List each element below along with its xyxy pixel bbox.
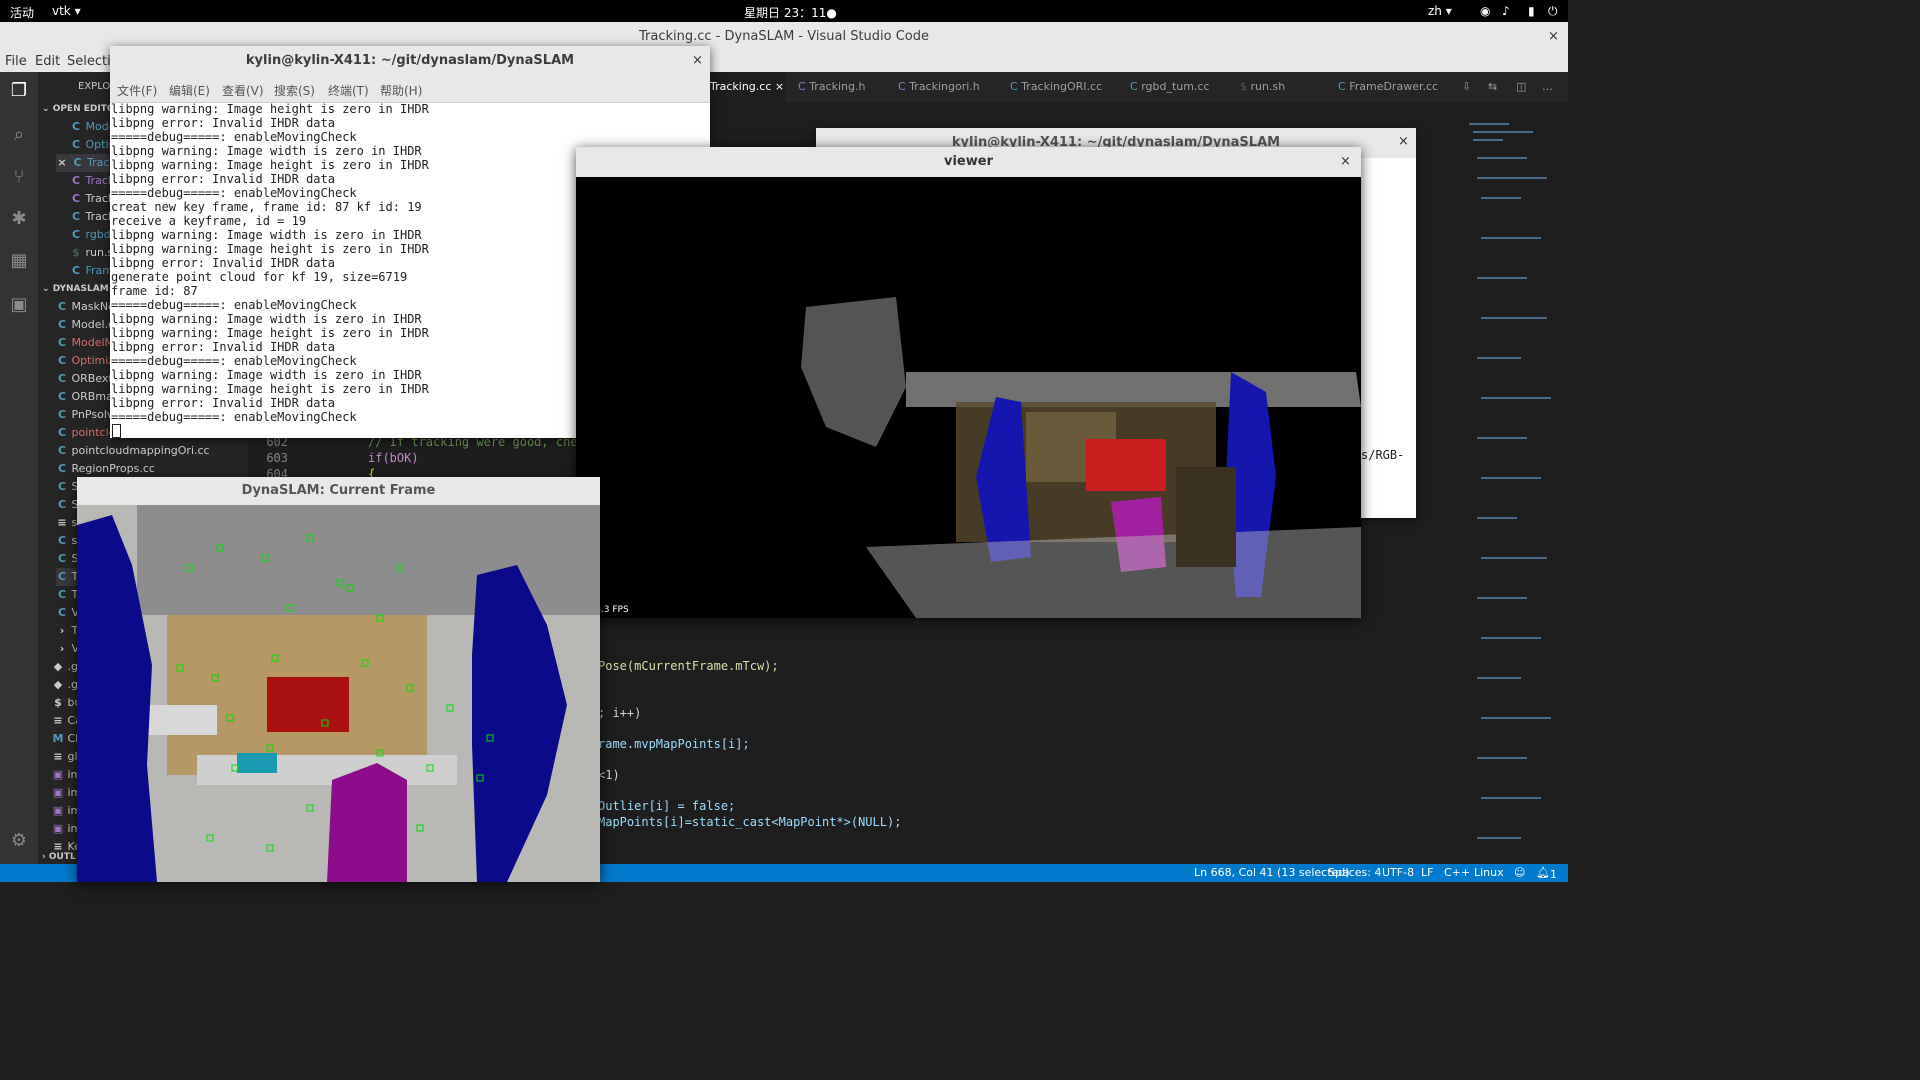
debug-icon[interactable]: ✱ [8,208,30,230]
frame-title: DynaSLAM: Current Frame [77,477,600,505]
frame-image [77,505,600,882]
peek-text: s/RGB- [1361,448,1405,462]
tab-framedrawer[interactable]: C FrameDrawer.cc [1338,72,1438,102]
terminal-line: libpng warning: Image width is zero in I… [111,368,422,382]
terminal-line: receive a keyframe, id = 19 [111,214,307,228]
clock[interactable]: 星期日 23：11● [744,4,837,21]
wifi-icon[interactable]: ◉ [1480,4,1490,18]
terminal-line: creat new key frame, frame id: 87 kf id:… [111,200,422,214]
terminal-line: =====debug=====: enableMovingCheck [111,298,357,312]
term-menu-search[interactable]: 搜索(S) [274,82,315,99]
volume-icon[interactable]: ♪ [1502,4,1510,18]
tab-tracking-h[interactable]: C Tracking.h [798,72,865,102]
code-line: Outlier[i] = false; [598,799,736,813]
viewer-title: viewer [576,147,1361,177]
menu-file[interactable]: File [5,54,27,69]
terminal-line: libpng error: Invalid IHDR data [111,256,335,270]
activities-button[interactable]: 活动 [10,4,34,21]
terminal-line: libpng warning: Image width is zero in I… [111,144,422,158]
terminal-line: libpng warning: Image height is zero in … [111,242,429,256]
term-menu-file[interactable]: 文件(F) [117,82,157,99]
terminal-line: =====debug=====: enableMovingCheck [111,410,357,424]
terminal-line: libpng warning: Image height is zero in … [111,102,429,116]
terminal-line: =====debug=====: enableMovingCheck [111,130,357,144]
editor-tabs: Tracking.cc × C Tracking.h C Trackingori… [710,72,1568,102]
activity-bar: ❐ ⌕ ⑂ ✱ ▦ ▣ ⚙ [0,72,38,864]
tab-tracking-cc[interactable]: Tracking.cc × [710,72,785,102]
language-indicator[interactable]: zh ▾ [1428,4,1452,18]
vscode-close-icon[interactable]: × [1548,29,1559,44]
notifications-icon[interactable]: 🔔︎ 1 [1536,866,1557,881]
app-menu[interactable]: vtk ▾ [52,4,81,18]
terminal-line: libpng warning: Image width is zero in I… [111,312,422,326]
terminal-line: =====debug=====: enableMovingCheck [111,186,357,200]
split-editor-icon[interactable]: ◫ [1516,72,1526,102]
terminal-line: libpng error: Invalid IHDR data [111,340,335,354]
tab-trackingori-h[interactable]: C Trackingori.h [898,72,980,102]
terminal-line: libpng warning: Image height is zero in … [111,158,429,172]
viewer-close-icon[interactable]: × [1340,154,1351,169]
terminal-line: frame id: 87 [111,284,198,298]
terminal-line: generate point cloud for kf 19, size=671… [111,270,408,284]
indentation[interactable]: Spaces: 4 [1328,866,1381,879]
viewer-window[interactable]: viewer × 1453.3 FPS [576,147,1361,618]
search-icon[interactable]: ⌕ [8,124,30,146]
close-icon[interactable]: × [775,80,784,93]
terminal-menubar: 文件(F) 编辑(E) 查看(V) 搜索(S) 终端(T) 帮助(H) [110,76,710,103]
language-mode[interactable]: C++ [1444,866,1470,879]
code-line: Pose(mCurrentFrame.mTcw); [598,659,779,673]
code-line: ; i++) [598,706,642,720]
terminal-line: libpng warning: Image height is zero in … [111,382,429,396]
terminal-line: libpng warning: Image width is zero in I… [111,228,422,242]
terminal-close-icon[interactable]: × [692,53,703,68]
term-menu-view[interactable]: 查看(V) [222,82,264,99]
power-icon[interactable]: ⏻ [1548,4,1558,19]
compare-icon[interactable]: ⇩ [1462,72,1471,102]
terminal-line: libpng error: Invalid IHDR data [111,172,335,186]
terminal-line: =====debug=====: enableMovingCheck [111,354,357,368]
code-line: MapPoints[i]=static_cast<MapPoint*>(NULL… [598,815,902,829]
terminal-line: libpng error: Invalid IHDR data [111,396,335,410]
encoding[interactable]: UTF-8 [1382,866,1414,879]
remote-icon[interactable]: ▣ [8,294,30,316]
more-icon[interactable]: … [1542,72,1553,102]
terminal-title: kylin@kylin-X411: ~/git/dynaslam/DynaSLA… [110,46,710,76]
file-item[interactable]: C pointcloudmappingOri.cc [56,442,266,460]
minimap-lines [1469,123,1551,839]
terminal-line: libpng error: Invalid IHDR data [111,116,335,130]
tab-run-sh[interactable]: $ run.sh [1240,72,1285,102]
os-indicator[interactable]: Linux [1474,866,1504,879]
battery-icon[interactable]: ▮ [1528,4,1535,18]
source-control-icon[interactable]: ⑂ [8,166,30,188]
code-line: <1) [598,768,620,782]
point-cloud-canvas[interactable] [576,177,1361,618]
file-item[interactable]: C RegionProps.cc [56,460,266,478]
tab-trackingori-cc[interactable]: C TrackingORI.cc [1010,72,1102,102]
term-menu-edit[interactable]: 编辑(E) [169,82,210,99]
code-line: rame.mvpMapPoints[i]; [598,737,750,751]
terminal-line: libpng warning: Image height is zero in … [111,326,429,340]
terminal-cursor [112,424,121,438]
gear-icon[interactable]: ⚙ [8,830,30,852]
back-terminal-close-icon[interactable]: × [1398,134,1409,149]
line-number: 603 [266,451,288,465]
current-frame-window[interactable]: DynaSLAM: Current Frame [77,477,600,882]
tab-rgbd-tum[interactable]: C rgbd_tum.cc [1130,72,1210,102]
term-menu-terminal[interactable]: 终端(T) [328,82,369,99]
eol[interactable]: LF [1421,866,1433,879]
system-top-bar: 活动 vtk ▾ 星期日 23：11● zh ▾ ◉ ♪ ▮ ⏻ [0,0,1568,22]
extensions-icon[interactable]: ▦ [8,250,30,272]
cursor-position[interactable]: Ln 668, Col 41 (13 selected) [1194,866,1350,879]
toggle-icon[interactable]: ⇆ [1488,72,1497,102]
menu-edit[interactable]: Edit [35,54,60,69]
term-menu-help[interactable]: 帮助(H) [380,82,422,99]
minimap[interactable] [1463,117,1568,864]
feedback-icon[interactable]: ☺ [1514,866,1525,879]
code-line: if(bOK) [368,451,419,465]
files-icon[interactable]: ❐ [8,80,30,102]
